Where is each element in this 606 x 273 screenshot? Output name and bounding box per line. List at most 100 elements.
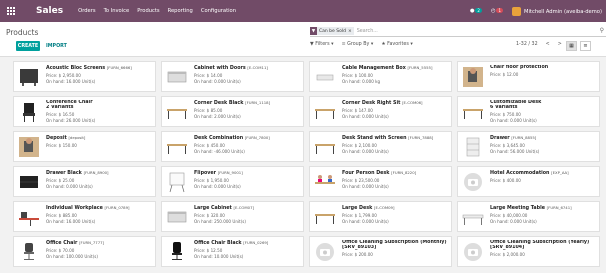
product-info: Conference Chair 2 Variants Price: $ 16.50… — [46, 100, 154, 123]
filters-label: Filters — [315, 42, 330, 47]
list-view-icon[interactable]: ≡ — [580, 41, 591, 51]
product-info: Four Person Desk [FURN_8220] Price: $ 23,… — [342, 170, 450, 189]
menu-configuration[interactable]: Configuration — [201, 8, 236, 14]
product-card[interactable]: Cable Management Box [FURN_5555] Price: $… — [309, 61, 452, 92]
product-code: [E-COM09] — [373, 205, 395, 210]
search-icon[interactable]: ⚲ — [600, 27, 604, 34]
pager-value[interactable]: 1-32 / 32 — [516, 42, 538, 47]
product-onhand: On hand: 0.000 Unit(s) — [194, 79, 241, 84]
product-code: [E-COM07] — [233, 205, 254, 210]
app-brand[interactable]: Sales — [36, 6, 63, 16]
product-card[interactable]: Chair floor protection Price: $ 12.00 — [457, 61, 600, 92]
facet-remove-icon[interactable]: × — [348, 29, 352, 34]
product-card[interactable]: Large Desk [E-COM09] Price: $ 1,799.00 On … — [309, 201, 452, 232]
product-card[interactable]: Corner Desk Black [FURN_1118] Price: $ 85… — [161, 96, 304, 127]
search-facet[interactable]: ▼ Can be Sold × — [310, 27, 354, 35]
product-name-text: Large Meeting Table — [490, 206, 545, 211]
chevron-left-icon[interactable]: < — [546, 42, 550, 47]
kanban-view-icon[interactable]: ▦ — [566, 41, 577, 51]
product-price: Price: $ 16.50 — [46, 111, 75, 117]
product-card[interactable]: Individual Workplace [FURN_0789] Price: $… — [13, 201, 156, 232]
product-card[interactable]: Office Cleaning Subscription (Monthly) [S… — [309, 236, 452, 267]
filters-dropdown[interactable]: ▼ Filters ▾ — [310, 42, 334, 47]
product-price: Price: $ 14.00 — [194, 72, 223, 78]
product-price: Price: $ 23,500.00 — [342, 177, 380, 183]
product-name: Large Cabinet [E-COM07] — [194, 205, 302, 211]
menu-products[interactable]: Products — [137, 8, 159, 14]
product-card[interactable]: Large Meeting Table [FURN_6741] Price: $ … — [457, 201, 600, 232]
product-card[interactable]: Customizable Desk 6 Variants Price: $ 750.… — [457, 96, 600, 127]
product-card[interactable]: Flipover [FURN_9001] Price: $ 1,950.00 On … — [161, 166, 304, 197]
product-card[interactable]: Deposit [deposit] Price: $ 150.00 — [13, 131, 156, 162]
product-card[interactable]: Four Person Desk [FURN_8220] Price: $ 23,… — [309, 166, 452, 197]
product-card[interactable]: Hotel Accommodation [EXP_AA] Price: $ 400… — [457, 166, 600, 197]
product-card[interactable]: Cabinet with Doors [E-COM11] Price: $ 14.… — [161, 61, 304, 92]
create-button[interactable]: CREATE — [16, 41, 40, 51]
product-price: Price: $ 12.00 — [490, 71, 519, 77]
product-price: Price: $ 40,000.00 — [490, 212, 528, 218]
product-card[interactable]: Acoustic Bloc Screens [FURN_6666] Price: … — [13, 61, 156, 92]
product-code: [E-COM11] — [247, 65, 268, 70]
product-image — [460, 99, 486, 125]
group-by-dropdown[interactable]: ≡ Group By ▾ — [342, 42, 374, 47]
product-card[interactable]: Office Cleaning Subscription (Yearly) [SR… — [457, 236, 600, 267]
avatar — [512, 6, 522, 16]
product-image — [16, 169, 42, 195]
product-name-text: Deposit — [46, 136, 67, 141]
product-card[interactable]: Drawer Black [FURN_8900] Price: $ 25.00 On… — [13, 166, 156, 197]
product-name-text: Large Desk — [342, 206, 373, 211]
product-image — [164, 99, 190, 125]
product-image — [312, 239, 338, 265]
product-info: Large Meeting Table [FURN_6741] Price: $ … — [490, 205, 598, 224]
product-info: Corner Desk Right Sit [E-COM06] Price: $ … — [342, 100, 450, 119]
menu-to-invoice[interactable]: To Invoice — [104, 8, 130, 14]
product-image — [312, 204, 338, 230]
product-onhand: On hand: 100.000 Unit(s) — [46, 254, 98, 259]
menu-reporting[interactable]: Reporting — [168, 8, 193, 14]
product-card[interactable]: Desk Combination [FURN_7800] Price: $ 450… — [161, 131, 304, 162]
product-code: [FURN_6666] — [106, 65, 132, 70]
filter-icon: ▼ — [310, 27, 317, 35]
user-menu[interactable]: Mitchell Admin (aveiba-demo) — [512, 6, 602, 16]
product-code: [FURN_0269] — [243, 240, 269, 245]
apps-menu-icon[interactable] — [0, 0, 22, 22]
product-card[interactable]: Conference Chair 2 Variants Price: $ 16.50… — [13, 96, 156, 127]
product-card[interactable]: Large Cabinet [E-COM07] Price: $ 320.00 On… — [161, 201, 304, 232]
product-image — [164, 204, 190, 230]
product-image — [312, 99, 338, 125]
import-button[interactable]: IMPORT — [46, 41, 67, 51]
product-onhand: On hand: 10.000 Unit(s) — [194, 254, 244, 259]
product-code: [EXP_AA] — [551, 170, 569, 175]
product-info: Office Cleaning Subscription (Yearly) [SR… — [490, 240, 598, 257]
messages-button[interactable]: ● 2 — [470, 8, 482, 14]
product-info: Drawer Black [FURN_8900] Price: $ 25.00 On… — [46, 170, 154, 189]
product-code: [E-COM06] — [402, 100, 423, 105]
search-input[interactable]: Search... — [357, 29, 378, 34]
menu-orders[interactable]: Orders — [78, 8, 95, 14]
product-name: Individual Workplace [FURN_0789] — [46, 205, 154, 211]
product-onhand: On hand: 0.000 Unit(s) — [342, 219, 389, 224]
product-image — [16, 134, 42, 160]
product-card[interactable]: Office Chair [FURN_7777] Price: $ 70.00 On… — [13, 236, 156, 267]
product-info: Deposit [deposit] Price: $ 150.00 — [46, 135, 154, 148]
product-info: Large Desk [E-COM09] Price: $ 1,799.00 On … — [342, 205, 450, 224]
product-onhand: On hand: 0.000 Unit(s) — [490, 219, 537, 224]
favorites-dropdown[interactable]: ★ Favorites ▾ — [381, 42, 412, 47]
product-name-text: Hotel Accommodation — [490, 171, 550, 176]
product-name: Corner Desk Black [FURN_1118] — [194, 100, 302, 106]
product-price: Price: $ 3,645.00 — [490, 142, 525, 148]
product-card[interactable]: Desk Stand with Screen [FURN_7888] Price:… — [309, 131, 452, 162]
product-name-text: Acoustic Bloc Screens — [46, 66, 106, 71]
product-price: Price: $ 100.00 — [342, 72, 373, 78]
product-card[interactable]: Office Chair Black [FURN_0269] Price: $ 1… — [161, 236, 304, 267]
chevron-right-icon[interactable]: > — [558, 42, 562, 47]
product-onhand: On hand: 2.000 Unit(s) — [194, 114, 241, 119]
activities-button[interactable]: ◴ 1 — [491, 8, 504, 14]
product-info: Customizable Desk 6 Variants Price: $ 750.… — [490, 100, 598, 123]
product-card[interactable]: Corner Desk Right Sit [E-COM06] Price: $ … — [309, 96, 452, 127]
product-card[interactable]: Drawer [FURN_8855] Price: $ 3,645.00 On ha… — [457, 131, 600, 162]
control-panel: Products CREATE IMPORT ▼ Can be Sold × S… — [0, 22, 606, 57]
product-price: Price: $ 2,950.00 — [46, 72, 81, 78]
product-price: Price: $ 2,100.00 — [342, 142, 377, 148]
product-onhand: On hand: 0.000 Unit(s) — [342, 149, 389, 154]
